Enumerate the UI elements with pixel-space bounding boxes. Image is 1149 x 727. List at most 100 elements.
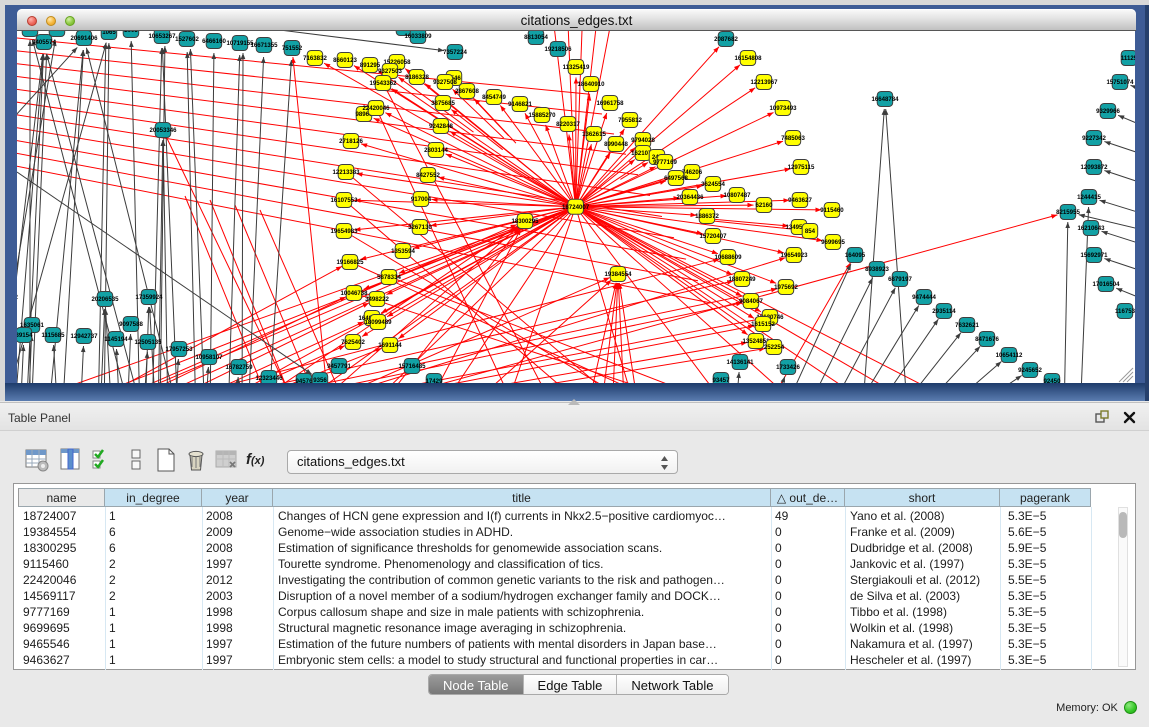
svg-text:5878334: 5878334 [377,274,401,281]
svg-text:8990448: 8990448 [604,141,628,148]
svg-text:2867608: 2867608 [455,88,479,95]
svg-text:9474444: 9474444 [912,294,936,301]
svg-text:93457: 93457 [713,377,731,383]
svg-text:7357224: 7357224 [443,49,467,56]
svg-text:9699695: 9699695 [821,239,845,246]
svg-text:1948: 1948 [23,31,37,33]
svg-text:11325419: 11325419 [563,64,590,71]
svg-text:15885270: 15885270 [528,112,556,119]
svg-text:18724007: 18724007 [562,204,590,211]
svg-text:1115685: 1115685 [41,332,65,339]
svg-text:19654983: 19654983 [330,228,358,235]
svg-text:9327503: 9327503 [378,68,402,75]
svg-text:2803144: 2803144 [424,147,448,154]
svg-text:1065: 1065 [102,31,116,36]
svg-text:8186328: 8186328 [405,74,429,81]
svg-text:15720407: 15720407 [699,233,727,240]
svg-text:9356: 9356 [313,377,327,383]
svg-text:9777169: 9777169 [653,159,677,166]
svg-text:9457791: 9457791 [327,363,351,370]
svg-text:18807249: 18807249 [728,276,756,283]
svg-text:6879197: 6879197 [888,276,912,283]
svg-text:11125: 11125 [1121,55,1135,62]
svg-text:7632621: 7632621 [955,322,979,329]
svg-text:1886372: 1886372 [695,213,719,220]
svg-text:1353594: 1353594 [391,248,415,255]
svg-text:2005: 2005 [124,31,138,34]
svg-text:10046738: 10046738 [340,290,368,297]
svg-text:1362615: 1362615 [582,131,606,138]
svg-text:12093872: 12093872 [1080,164,1108,171]
svg-text:16033809: 16033809 [404,33,432,40]
svg-text:7955812: 7955812 [618,117,642,124]
svg-text:19654923: 19654923 [780,252,808,259]
svg-text:20691406: 20691406 [70,35,98,42]
svg-text:1975692: 1975692 [774,284,798,291]
svg-text:12975115: 12975115 [788,164,815,171]
svg-text:19384554: 19384554 [604,271,632,278]
svg-text:1603: 1603 [397,31,411,32]
svg-text:10958107: 10958107 [195,354,223,361]
svg-text:17957253: 17957253 [165,346,193,353]
svg-text:1527602: 1527602 [175,36,199,43]
svg-text:12323446: 12323446 [255,375,283,382]
svg-text:9242848: 9242848 [429,123,453,130]
svg-text:9227342: 9227342 [1082,135,1106,142]
svg-text:9329966: 9329966 [1096,108,1120,115]
svg-text:10973493: 10973493 [769,105,797,112]
svg-text:2069: 2069 [50,31,64,33]
svg-text:854: 854 [805,228,816,235]
svg-text:8471676: 8471676 [975,336,999,343]
svg-text:18099489: 18099489 [364,319,392,326]
svg-text:1691144: 1691144 [378,342,402,349]
svg-text:16782759: 16782759 [225,364,253,371]
svg-text:16210643: 16210643 [1077,225,1105,232]
svg-text:9327508: 9327508 [433,79,457,86]
svg-text:94576: 94576 [296,378,314,383]
svg-text:1244415: 1244415 [1077,194,1101,201]
svg-text:9115460: 9115460 [820,207,844,214]
svg-text:8215955: 8215955 [1056,209,1080,216]
svg-text:1615152: 1615152 [751,321,775,328]
svg-text:3498222: 3498222 [365,296,389,303]
svg-text:12505135: 12505135 [134,339,162,346]
svg-text:17359924: 17359924 [135,294,163,301]
svg-text:8220317: 8220317 [556,121,580,128]
svg-text:20053346: 20053346 [149,127,177,134]
svg-text:15751074: 15751074 [1106,79,1134,86]
svg-text:10653267: 10653267 [148,33,176,40]
svg-text:19166825: 19166825 [336,259,364,266]
svg-text:92450: 92450 [1044,378,1062,383]
svg-text:1733426: 1733426 [776,364,800,371]
svg-text:9084067: 9084067 [739,298,763,305]
svg-text:8427552: 8427552 [416,172,440,179]
svg-text:7163832: 7163832 [303,55,327,62]
svg-text:19218506: 19218506 [544,46,572,53]
svg-text:16107553: 16107553 [330,197,358,204]
svg-text:9245652: 9245652 [1018,367,1042,374]
svg-text:6466160: 6466160 [202,38,226,45]
svg-text:12942737: 12942737 [70,333,98,340]
svg-text:3875685: 3875685 [431,100,455,107]
svg-text:17016504: 17016504 [1092,281,1120,288]
svg-text:15716485: 15716485 [398,363,426,370]
svg-text:2935114: 2935114 [932,308,956,315]
svg-text:2718126: 2718126 [339,138,363,145]
svg-text:39154: 39154 [17,332,33,339]
svg-text:1145194: 1145194 [104,336,128,343]
svg-text:7625402: 7625402 [341,339,365,346]
svg-text:2616032: 2616032 [17,294,18,301]
svg-text:16671355: 16671355 [250,42,278,49]
svg-text:6497568: 6497568 [664,175,688,182]
svg-text:3624554: 3624554 [701,181,725,188]
svg-text:2087682: 2087682 [714,36,738,43]
svg-text:164095: 164095 [845,252,866,259]
svg-text:8660123: 8660123 [333,57,357,64]
svg-text:10654112: 10654112 [996,352,1023,359]
svg-text:917004: 917004 [411,196,432,203]
svg-text:751552: 751552 [282,45,303,52]
svg-text:9097588: 9097588 [119,321,143,328]
svg-text:62160: 62160 [756,202,774,209]
svg-text:8454749: 8454749 [482,94,506,101]
svg-text:18640910: 18640910 [577,81,605,88]
